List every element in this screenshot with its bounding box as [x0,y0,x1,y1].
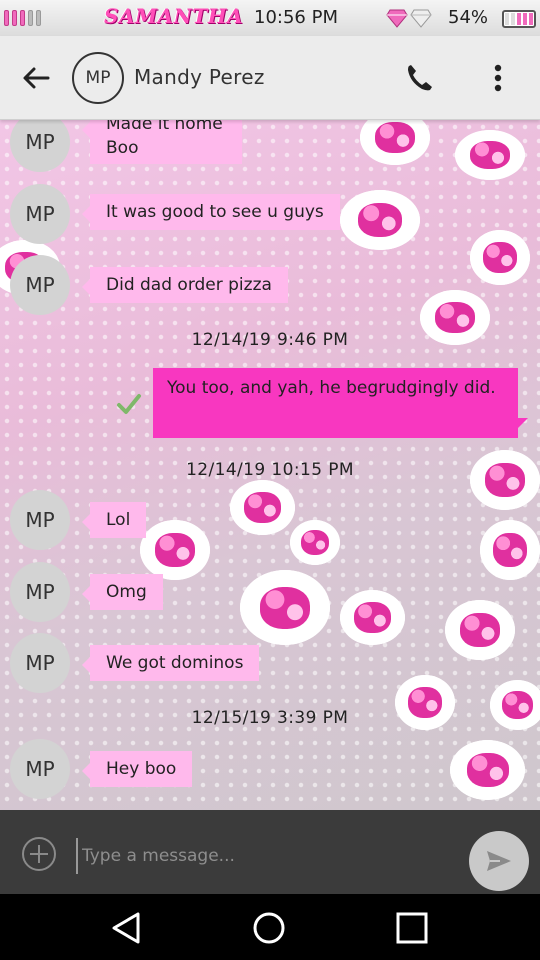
incoming-message[interactable]: Made it home Boo [82,120,242,164]
incoming-message[interactable]: We got dominos [81,645,260,681]
carrier-name: SAMANTHA [104,4,244,28]
signal-strength-icon [4,10,41,26]
add-circle-icon[interactable] [20,835,58,873]
wallpaper-spot [470,230,530,285]
message-text: Made it home [106,120,223,134]
wallpaper-spot [340,590,405,645]
nav-home-icon[interactable] [249,908,289,948]
contact-avatar[interactable]: MP [10,633,70,693]
send-icon [487,851,511,871]
contact-avatar[interactable]: MP [72,52,124,104]
wallpaper-spot [230,480,295,535]
status-bar: SAMANTHA 10:56 PM 54% [0,0,540,36]
system-nav-bar [0,894,540,960]
message-input[interactable] [76,838,456,874]
contact-avatar[interactable]: MP [10,739,70,799]
nav-recents-icon[interactable] [392,908,432,948]
diamond-icon [386,8,432,28]
nav-back-icon[interactable] [108,908,148,948]
message-timestamp: 12/15/19 3:39 PM [191,708,349,728]
wallpaper-spot [450,740,525,800]
wallpaper-spot [290,520,340,565]
phone-icon[interactable] [400,58,440,98]
incoming-message[interactable]: Hey boo [81,751,193,787]
contact-avatar[interactable]: MP [10,255,70,315]
contact-avatar[interactable]: MP [10,490,70,550]
incoming-message[interactable]: Omg [82,574,163,610]
wallpaper-spot [480,520,540,580]
wallpaper-spot [445,600,515,660]
incoming-message[interactable]: It was good to see u guys [82,194,340,230]
wallpaper-spot [360,120,430,165]
message-timestamp: 12/14/19 9:46 PM [191,330,349,350]
more-vert-icon[interactable] [480,58,516,98]
message-timestamp: 12/14/19 10:15 PM [186,460,354,480]
check-icon [117,394,141,414]
arrow-back-icon[interactable] [16,58,56,98]
contact-name[interactable]: Mandy Perez [134,65,265,89]
incoming-message[interactable]: Lol [81,502,147,538]
compose-bar [0,810,540,894]
conversation-header: MP Mandy Perez [0,36,540,120]
wallpaper-spot [340,190,420,250]
wallpaper-spot [455,130,525,180]
wallpaper-spot [240,570,330,645]
contact-avatar[interactable]: MP [10,184,70,244]
outgoing-message[interactable]: You too, and yah, he begrudgingly did. [153,368,528,438]
contact-avatar[interactable]: MP [10,120,70,172]
status-time: 10:56 PM [254,7,338,28]
message-text: Boo [106,138,139,158]
message-list[interactable]: MP Made it home Boo MP It was good to se… [0,120,540,810]
wallpaper-spot [140,520,210,580]
battery-icon [502,10,536,28]
wallpaper-spot [470,450,540,510]
send-button[interactable] [469,831,529,891]
contact-avatar[interactable]: MP [10,562,70,622]
incoming-message[interactable]: Did dad order pizza [82,267,288,303]
battery-percent: 54% [448,7,489,28]
